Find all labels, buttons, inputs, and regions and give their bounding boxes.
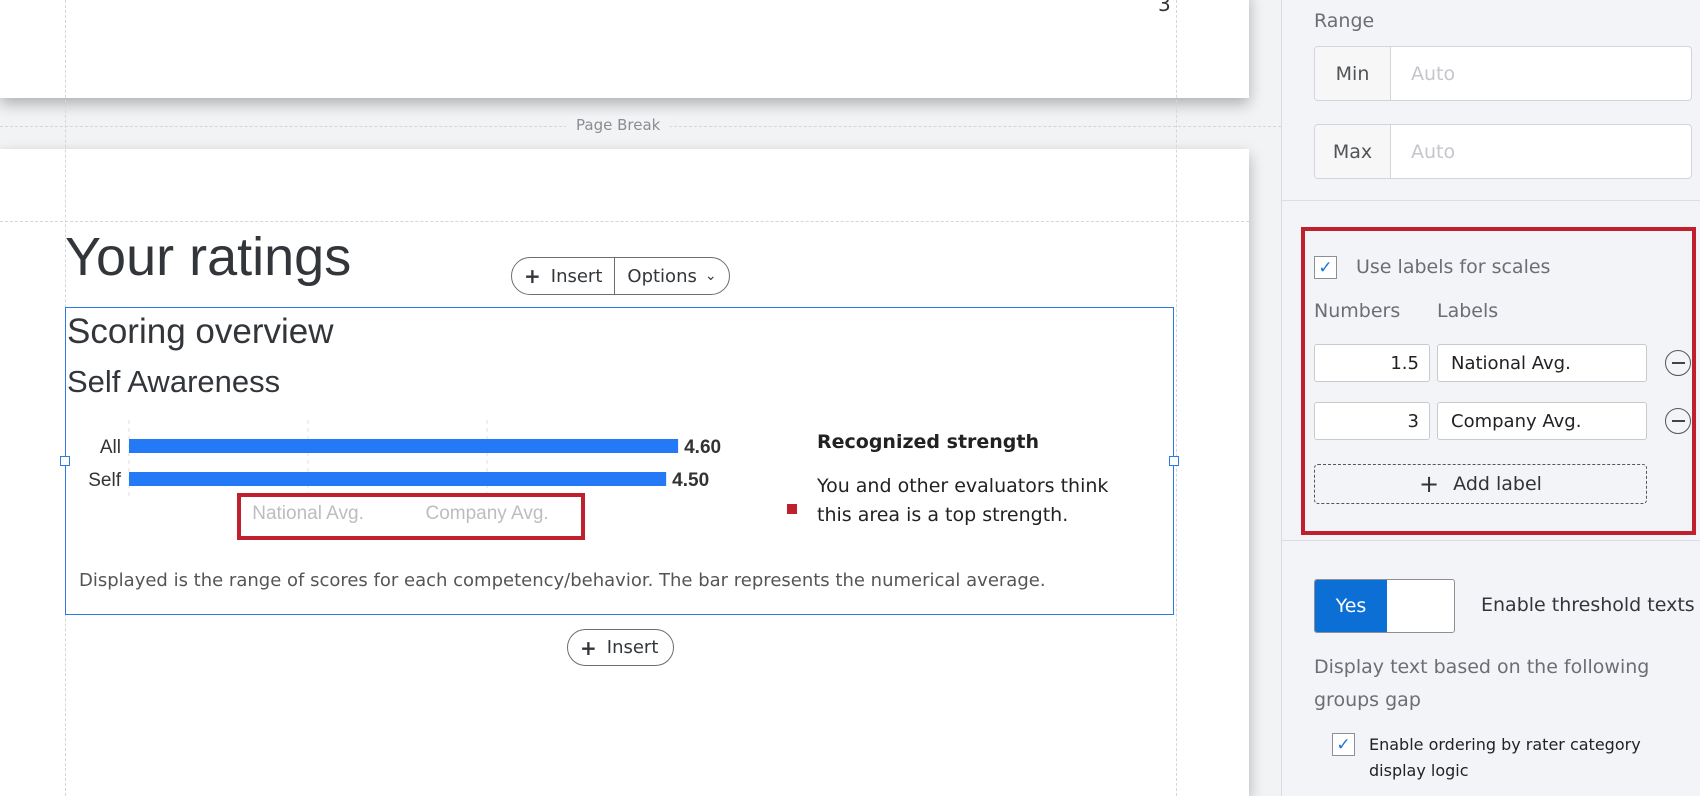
checkmark-icon: ✓	[1336, 734, 1351, 755]
divider	[1282, 200, 1700, 201]
value-label: 4.60	[684, 437, 721, 458]
widget-title: Scoring overview	[67, 312, 334, 351]
max-input[interactable]: Auto	[1391, 125, 1691, 178]
scale-label-input[interactable]: Company Avg.	[1437, 402, 1647, 440]
plus-icon: +	[580, 635, 597, 660]
threshold-toggle[interactable]: Yes	[1314, 579, 1455, 633]
min-label: Min	[1315, 47, 1391, 100]
properties-sidebar: Range Min Auto Max Auto ✓ Use labels for…	[1281, 0, 1700, 796]
value-label: 4.50	[672, 470, 709, 491]
min-input[interactable]: Auto	[1391, 47, 1691, 100]
scale-tick-label: Company Avg.	[425, 503, 549, 524]
threshold-text-line1: You and other evaluators think	[817, 475, 1109, 497]
insert-button[interactable]: + Insert	[512, 258, 616, 294]
widget-caption: Displayed is the range of scores for eac…	[79, 570, 1046, 591]
bar-chart: All 4.60 Self 4.50	[88, 420, 721, 500]
use-labels-label: Use labels for scales	[1356, 256, 1551, 278]
max-label: Max	[1315, 125, 1391, 178]
divider	[1282, 540, 1700, 541]
margin-guide-top	[0, 221, 1249, 222]
use-labels-checkbox[interactable]: ✓	[1314, 256, 1337, 279]
minus-circle-icon	[1671, 362, 1685, 364]
scale-number-input[interactable]: 1.5	[1314, 344, 1430, 382]
page-title[interactable]: Your ratings	[65, 226, 351, 288]
scale-label-input[interactable]: National Avg.	[1437, 344, 1647, 382]
scale-number-input[interactable]: 3	[1314, 402, 1430, 440]
page-break-label: Page Break	[566, 116, 671, 134]
report-canvas: 3 Page Break Your ratings + Insert Option…	[0, 0, 1281, 796]
insert-button-bottom[interactable]: + Insert	[567, 629, 674, 666]
previous-page-number: 3	[1158, 0, 1171, 16]
resize-handle-left[interactable]	[60, 456, 70, 466]
category-label: Self	[88, 470, 121, 491]
range-label: Range	[1314, 10, 1375, 32]
minus-circle-icon	[1671, 420, 1685, 422]
threshold-marker	[787, 504, 797, 514]
remove-label-button[interactable]	[1665, 408, 1691, 434]
range-max-field[interactable]: Max Auto	[1314, 124, 1692, 179]
add-label-button[interactable]: + Add label	[1314, 464, 1647, 504]
chevron-down-icon: ⌄	[704, 268, 717, 284]
options-button[interactable]: Options ⌄	[615, 258, 728, 294]
previous-page	[0, 0, 1249, 98]
range-min-field[interactable]: Min Auto	[1314, 46, 1692, 101]
checkmark-icon: ✓	[1318, 257, 1333, 278]
threshold-text-line2: this area is a top strength.	[817, 504, 1069, 526]
remove-label-button[interactable]	[1665, 350, 1691, 376]
ordering-label: Enable ordering by rater category displa…	[1369, 735, 1641, 780]
threshold-description: Display text based on the following grou…	[1314, 656, 1650, 711]
labels-header: Labels	[1437, 300, 1499, 322]
ordering-checkbox[interactable]: ✓	[1332, 733, 1355, 756]
margin-guide-right	[1176, 0, 1177, 796]
threshold-toggle-label: Enable threshold texts	[1481, 594, 1695, 616]
category-label: All	[100, 437, 121, 458]
insert-options-pill: + Insert Options ⌄	[511, 257, 730, 295]
toggle-yes: Yes	[1315, 580, 1387, 632]
plus-icon: +	[1419, 470, 1440, 498]
widget-subtitle: Self Awareness	[67, 364, 281, 399]
bar	[129, 472, 667, 486]
scale-tick-label: National Avg.	[252, 503, 364, 524]
numbers-header: Numbers	[1314, 300, 1401, 322]
bar	[129, 439, 679, 453]
resize-handle-right[interactable]	[1169, 456, 1179, 466]
threshold-heading: Recognized strength	[817, 431, 1040, 453]
plus-icon: +	[524, 264, 541, 288]
